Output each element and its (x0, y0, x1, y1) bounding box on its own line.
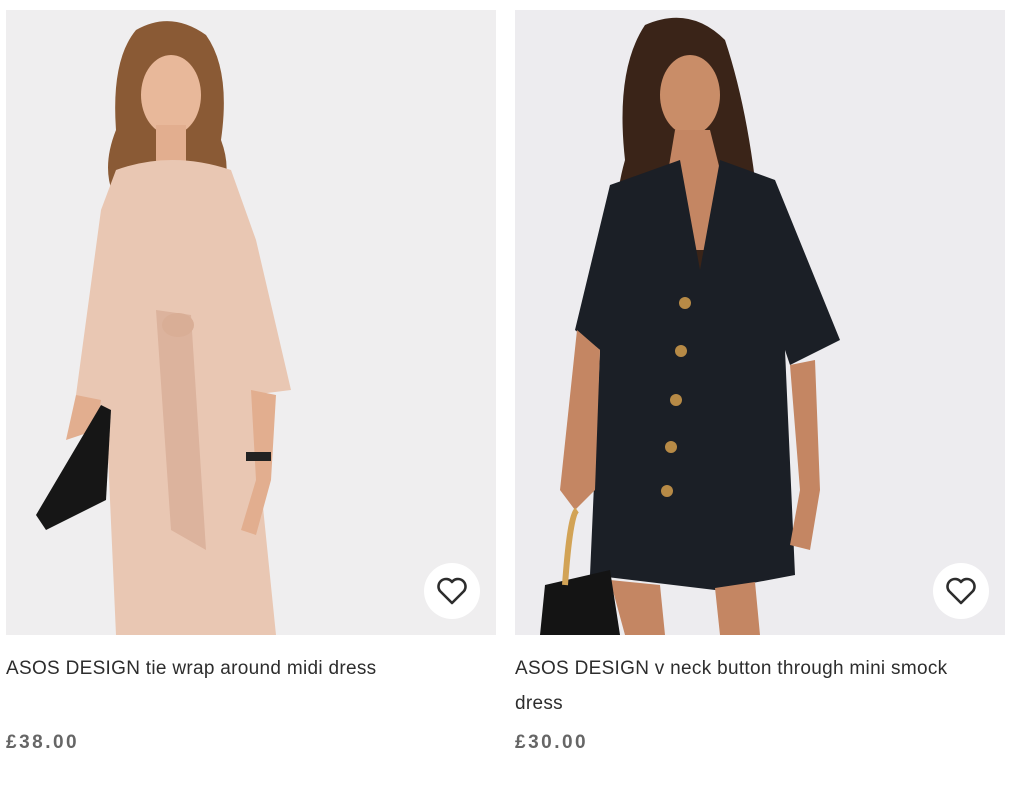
product-title[interactable]: ASOS DESIGN tie wrap around midi dress (6, 651, 476, 686)
save-favourite-button[interactable] (424, 563, 480, 619)
product-photo (515, 10, 1005, 635)
product-image[interactable] (515, 10, 1005, 635)
save-favourite-button[interactable] (933, 563, 989, 619)
product-image[interactable] (6, 10, 496, 635)
product-card[interactable]: ASOS DESIGN tie wrap around midi dress £… (6, 10, 496, 753)
product-price: £38.00 (6, 732, 80, 753)
product-card[interactable]: ASOS DESIGN v neck button through mini s… (515, 10, 1005, 753)
product-title[interactable]: ASOS DESIGN v neck button through mini s… (515, 651, 985, 721)
product-photo (6, 10, 496, 635)
heart-outline-icon (946, 577, 976, 605)
product-price: £30.00 (515, 732, 589, 753)
heart-outline-icon (437, 577, 467, 605)
